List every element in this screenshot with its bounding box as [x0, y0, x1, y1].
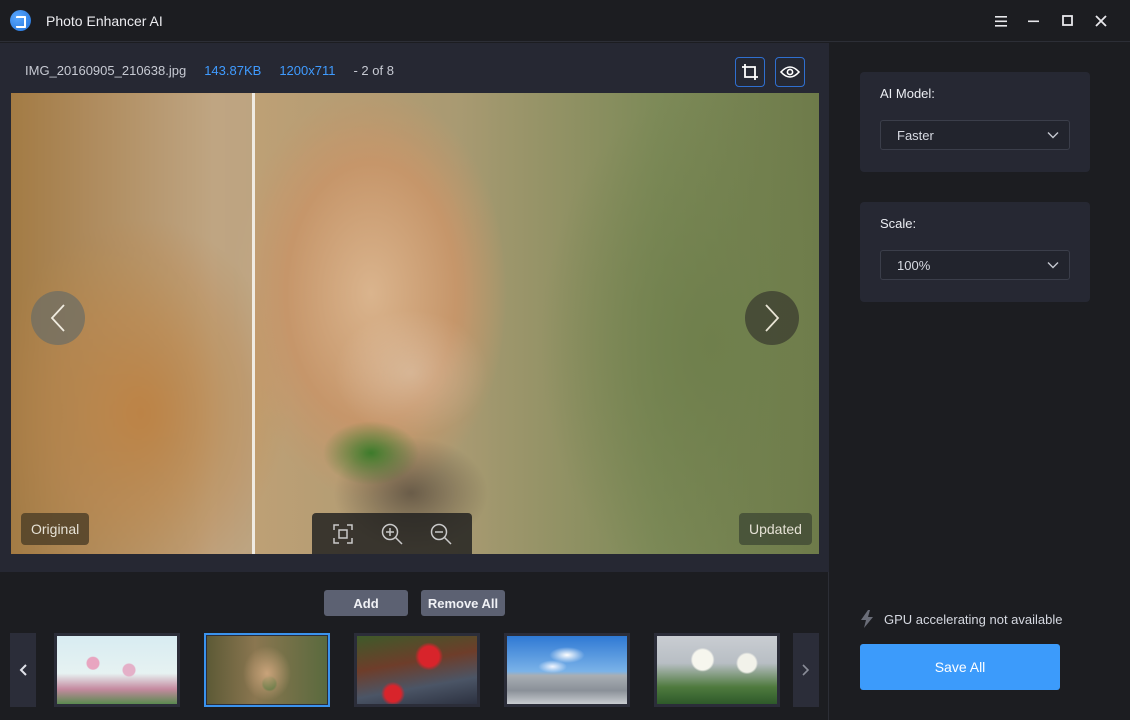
- zoom-toolbar: [312, 513, 472, 554]
- thumbnail-item[interactable]: [504, 633, 630, 707]
- crop-button[interactable]: [735, 57, 765, 87]
- gpu-status-text: GPU accelerating not available: [884, 611, 1063, 627]
- thumbnail-item[interactable]: [354, 633, 480, 707]
- scale-value: 100%: [897, 257, 931, 273]
- close-icon: [1095, 15, 1107, 27]
- app-logo-icon: [10, 10, 31, 31]
- chevron-left-icon: [50, 304, 65, 332]
- scale-card: Scale: 100%: [860, 202, 1090, 302]
- maximize-button[interactable]: [1058, 11, 1078, 31]
- scale-label: Scale:: [880, 216, 917, 231]
- thumbnail-image: [57, 636, 177, 704]
- fit-screen-icon: [332, 523, 353, 544]
- close-button[interactable]: [1091, 11, 1111, 31]
- thumbnail-item-selected[interactable]: [204, 633, 330, 707]
- title-bar: Photo Enhancer AI: [0, 0, 1130, 42]
- thumbnail-image: [507, 636, 627, 704]
- scale-select[interactable]: 100%: [880, 250, 1070, 280]
- image-index: - 2 of 8: [353, 63, 394, 78]
- crop-icon: [742, 64, 758, 80]
- thumbnail-image: [207, 636, 327, 704]
- image-dimensions: 1200x711: [279, 63, 336, 78]
- updated-label: Updated: [739, 513, 812, 545]
- ai-model-label: AI Model:: [880, 86, 935, 101]
- preview-panel: IMG_20160905_210638.jpg 143.87KB 1200x71…: [0, 43, 829, 572]
- thumbnail-item[interactable]: [54, 633, 180, 707]
- chevron-left-icon: [19, 664, 27, 676]
- thumbnail-image: [657, 636, 777, 704]
- thumbnail-item[interactable]: [654, 633, 780, 707]
- ai-model-value: Faster: [897, 127, 934, 143]
- preview-toggle-button[interactable]: [775, 57, 805, 87]
- minimize-button[interactable]: [1024, 11, 1044, 31]
- zoom-out-icon: [431, 523, 452, 545]
- settings-sidebar: AI Model: Faster Scale: 100% GPU acceler…: [830, 43, 1130, 720]
- file-size: 143.87KB: [204, 63, 262, 78]
- eye-icon: [780, 66, 800, 78]
- thumbnail-scroll-right-button[interactable]: [793, 633, 819, 707]
- next-image-button[interactable]: [745, 291, 799, 345]
- chevron-right-icon: [765, 304, 780, 332]
- minimize-icon: [1028, 20, 1039, 23]
- menu-icon: [995, 15, 1007, 27]
- original-label: Original: [21, 513, 90, 545]
- ai-model-select[interactable]: Faster: [880, 120, 1070, 150]
- remove-all-button[interactable]: Remove All: [421, 590, 505, 616]
- zoom-in-button[interactable]: [380, 522, 404, 546]
- maximize-icon: [1062, 15, 1073, 26]
- chevron-right-icon: [802, 664, 810, 676]
- zoom-out-button[interactable]: [429, 522, 453, 546]
- gpu-status: GPU accelerating not available: [860, 610, 1063, 628]
- thumbnail-scroll-left-button[interactable]: [10, 633, 36, 707]
- file-name: IMG_20160905_210638.jpg: [25, 63, 187, 78]
- chevron-down-icon: [1047, 262, 1059, 269]
- fit-screen-button[interactable]: [331, 522, 355, 546]
- ai-model-card: AI Model: Faster: [860, 72, 1090, 172]
- menu-button[interactable]: [991, 11, 1011, 31]
- file-info-bar: IMG_20160905_210638.jpg 143.87KB 1200x71…: [25, 63, 394, 78]
- zoom-in-icon: [381, 523, 403, 545]
- previous-image-button[interactable]: [31, 291, 85, 345]
- add-button[interactable]: Add: [324, 590, 408, 616]
- thumbnail-image: [357, 636, 477, 704]
- image-comparison-viewer[interactable]: Original Updated: [11, 93, 819, 554]
- chevron-down-icon: [1047, 132, 1059, 139]
- app-title: Photo Enhancer AI: [46, 13, 163, 29]
- save-all-button[interactable]: Save All: [860, 644, 1060, 690]
- comparison-split-handle[interactable]: [252, 93, 255, 554]
- lightning-icon: [861, 610, 873, 628]
- thumbnail-panel: Add Remove All: [0, 572, 829, 720]
